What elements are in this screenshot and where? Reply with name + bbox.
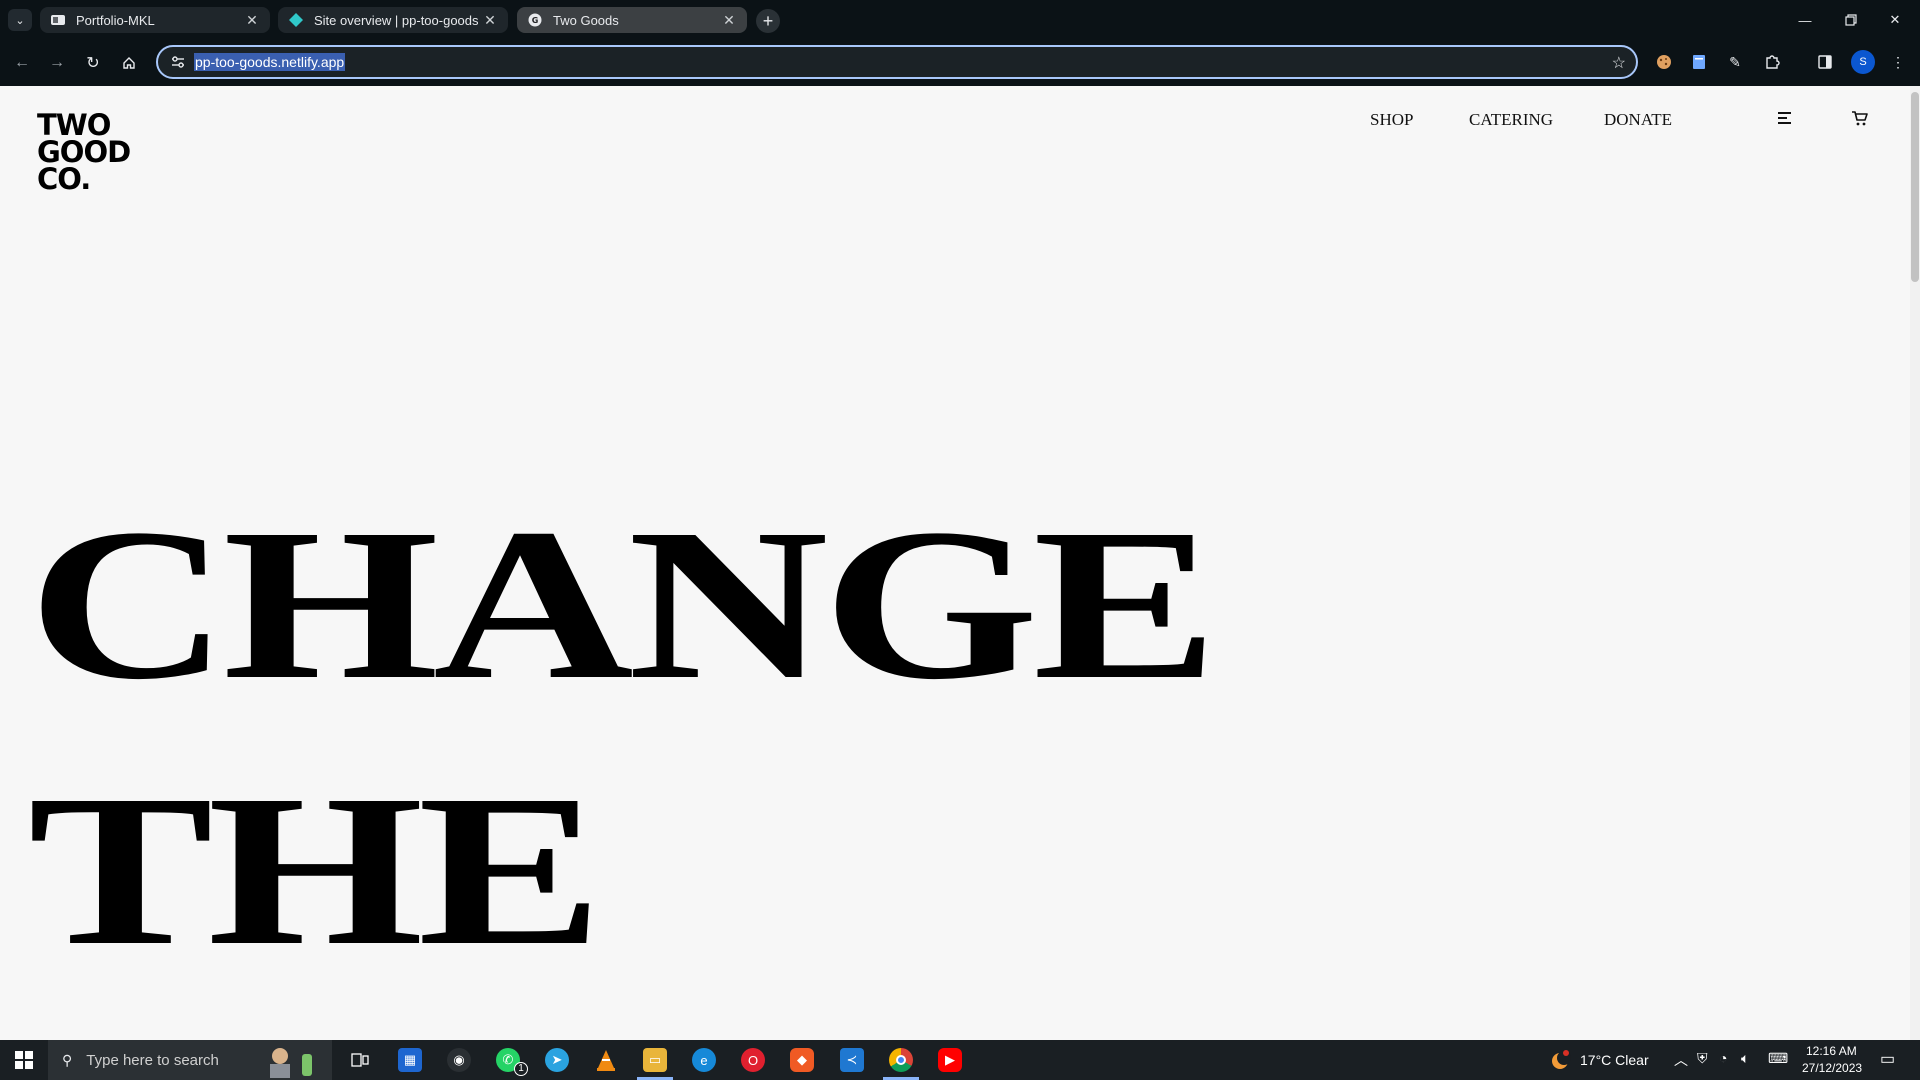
tab-title: Portfolio-MKL: [76, 12, 155, 28]
browser-tab-strip: ⌄ Portfolio-MKL ✕ Site overview | pp-too…: [0, 0, 1920, 40]
clock-date[interactable]: 27/12/2023: [1802, 1061, 1862, 1075]
nav-catering[interactable]: CATERING: [1469, 110, 1553, 130]
opera-icon[interactable]: O: [741, 1048, 765, 1072]
close-icon[interactable]: ✕: [482, 12, 498, 28]
profile-avatar[interactable]: S: [1851, 50, 1875, 74]
windows-start-icon[interactable]: [0, 1040, 48, 1080]
notification-center-icon[interactable]: ▭: [1880, 1049, 1895, 1069]
site-info-icon[interactable]: [170, 54, 186, 70]
two-goods-favicon-icon: G: [527, 12, 543, 28]
brave-icon[interactable]: ◆: [790, 1048, 814, 1072]
back-arrow-icon[interactable]: ←: [10, 51, 34, 75]
hamburger-menu-icon[interactable]: [1778, 111, 1796, 127]
microsoft-store-icon[interactable]: ▦: [398, 1048, 422, 1072]
netlify-favicon-icon: [288, 12, 304, 28]
weather-moon-icon[interactable]: [1548, 1048, 1572, 1072]
file-explorer-icon[interactable]: ▭: [643, 1048, 667, 1072]
window-close-icon[interactable]: ✕: [1880, 8, 1910, 32]
nav-donate[interactable]: DONATE: [1604, 110, 1672, 130]
home-icon[interactable]: [117, 51, 141, 75]
more-menu-icon[interactable]: ⋮: [1888, 52, 1908, 72]
vscode-icon[interactable]: ≺: [840, 1048, 864, 1072]
tab-two-goods[interactable]: G Two Goods ✕: [517, 7, 747, 33]
scrollbar-thumb[interactable]: [1911, 92, 1919, 282]
taskbar-search-box[interactable]: ⚲ Type here to search: [48, 1040, 332, 1080]
two-good-co-logo[interactable]: TWO GOOD CO.: [37, 111, 131, 196]
side-panel-icon[interactable]: [1815, 52, 1835, 72]
search-highlight-illustration-icon: [262, 1044, 322, 1080]
page-scrollbar[interactable]: [1910, 86, 1920, 1040]
weather-text[interactable]: 17°C Clear: [1580, 1052, 1649, 1068]
close-icon[interactable]: ✕: [244, 12, 260, 28]
bookmark-star-icon[interactable]: ☆: [1612, 53, 1626, 73]
task-view-icon[interactable]: [348, 1048, 372, 1072]
portfolio-favicon-icon: [50, 12, 66, 28]
restore-icon[interactable]: [1836, 8, 1866, 32]
maps-icon[interactable]: ◉: [447, 1048, 471, 1072]
whatsapp-notification-badge: 1: [514, 1062, 528, 1076]
cookie-extension-icon[interactable]: [1654, 52, 1674, 72]
tab-search-button[interactable]: ⌄: [8, 9, 32, 31]
reload-icon[interactable]: ↻: [81, 51, 105, 75]
address-bar[interactable]: pp-too-goods.netlify.app ☆: [156, 45, 1638, 79]
search-placeholder: Type here to search: [86, 1051, 219, 1069]
svg-text:G: G: [532, 16, 539, 25]
tab-site-overview[interactable]: Site overview | pp-too-goods | ✕: [278, 7, 508, 33]
url-text[interactable]: pp-too-goods.netlify.app: [194, 53, 346, 71]
browser-toolbar: ← → ↻ pp-too-goods.netlify.app ☆ ✎ ⋮: [0, 40, 1920, 86]
volume-icon[interactable]: 🔈︎: [1741, 1050, 1749, 1067]
windows-taskbar: ⚲ Type here to search ▦ ◉ ✆ 1 ➤ ▭ e O ◆ …: [0, 1040, 1920, 1080]
vlc-icon[interactable]: [594, 1048, 618, 1072]
telegram-icon[interactable]: ➤: [545, 1048, 569, 1072]
document-extension-icon[interactable]: [1689, 52, 1709, 72]
youtube-icon[interactable]: ▶: [938, 1048, 962, 1072]
puzzle-extensions-icon[interactable]: [1762, 52, 1782, 72]
minimize-icon[interactable]: —: [1790, 8, 1820, 32]
chrome-icon[interactable]: [889, 1048, 913, 1072]
hero-headline-line: CHANGE: [28, 484, 1218, 725]
forward-arrow-icon[interactable]: →: [45, 51, 69, 75]
web-page: TWO GOOD CO. SHOP CATERING DONATE CHANGE…: [0, 86, 1920, 1040]
new-tab-button[interactable]: +: [756, 9, 780, 33]
tab-title: Two Goods: [553, 12, 619, 28]
close-icon[interactable]: ✕: [721, 12, 737, 28]
tab-portfolio[interactable]: Portfolio-MKL ✕: [40, 7, 270, 33]
show-hidden-icons-chevron-icon[interactable]: ︿: [1674, 1050, 1688, 1070]
logo-line: CO.: [37, 162, 91, 196]
keyboard-icon[interactable]: ⌨: [1768, 1050, 1788, 1067]
search-icon: ⚲: [62, 1051, 73, 1068]
nav-shop[interactable]: SHOP: [1370, 110, 1413, 130]
security-shield-icon[interactable]: ⛨: [1697, 1050, 1708, 1067]
edge-icon[interactable]: e: [692, 1048, 716, 1072]
hero-headline-line: THE: [28, 750, 603, 991]
tab-title: Site overview | pp-too-goods |: [314, 12, 482, 28]
clock-time[interactable]: 12:16 AM: [1806, 1044, 1857, 1058]
cart-icon[interactable]: [1850, 108, 1870, 128]
eyedropper-extension-icon[interactable]: ✎: [1725, 52, 1745, 72]
wifi-icon[interactable]: ◔: [1719, 1050, 1727, 1066]
